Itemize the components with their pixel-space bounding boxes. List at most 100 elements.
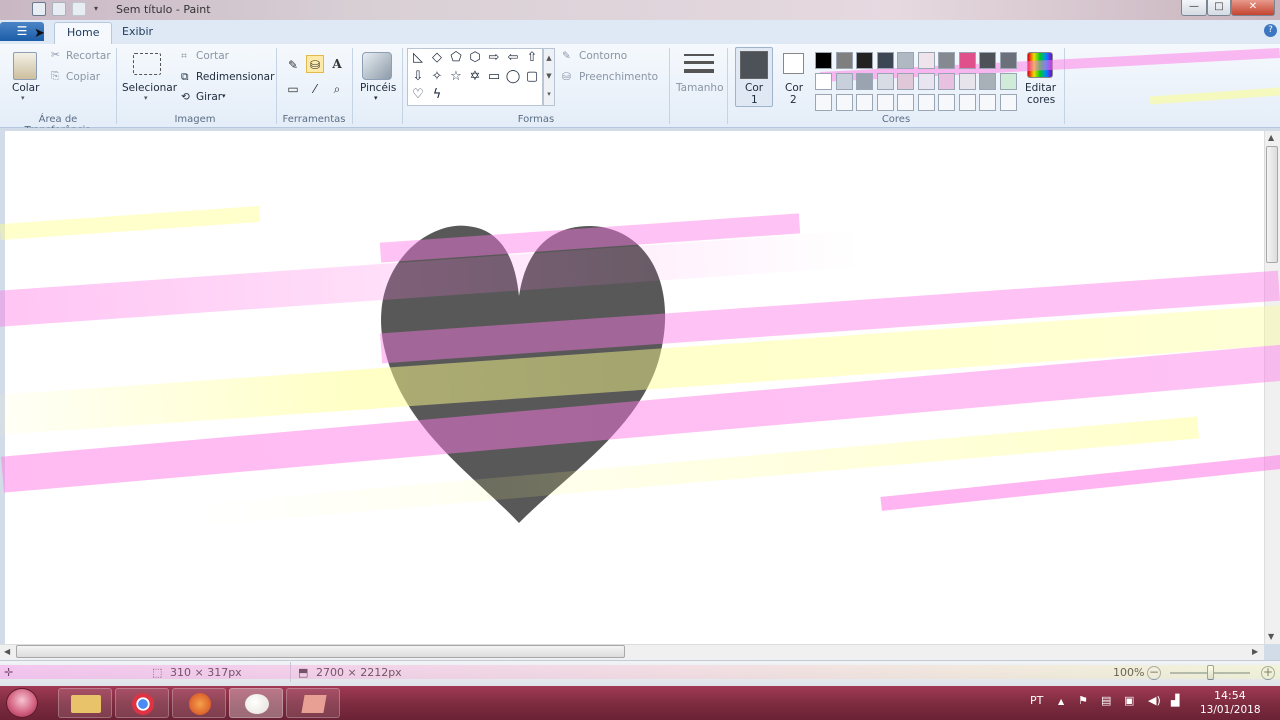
palette-swatch[interactable] — [815, 94, 832, 111]
shape-up-arrow-icon[interactable]: ⇧ — [523, 49, 541, 67]
close-button[interactable]: ✕ — [1231, 0, 1275, 16]
shape-heart-icon[interactable]: ♡ — [409, 86, 427, 104]
shape-oval-callout-icon[interactable]: ◯ — [504, 68, 522, 86]
palette-swatch[interactable] — [856, 94, 873, 111]
volume-icon[interactable]: ◀) — [1148, 694, 1161, 707]
taskbar-chrome-button[interactable] — [115, 688, 169, 718]
customize-qat-chevron-icon[interactable]: ▾ — [94, 4, 98, 13]
brushes-button[interactable]: Pincéis — [360, 82, 396, 94]
edit-colors-button-line2[interactable]: cores — [1027, 94, 1055, 106]
palette-swatch[interactable] — [876, 94, 894, 111]
taskbar-paint-button[interactable] — [229, 688, 283, 718]
shape-rect-callout-icon[interactable]: ▭ — [485, 68, 503, 86]
palette-swatch[interactable] — [979, 52, 996, 69]
palette-swatch[interactable] — [917, 52, 935, 69]
crop-button[interactable]: Cortar — [196, 50, 229, 62]
palette-swatch[interactable] — [938, 73, 955, 90]
palette-swatch[interactable] — [856, 73, 873, 90]
rotate-button[interactable]: Girar — [196, 91, 222, 103]
paste-button[interactable]: Colar — [12, 82, 39, 94]
palette-swatch[interactable] — [999, 73, 1017, 90]
taskbar-app-button[interactable] — [286, 688, 340, 718]
zoom-in-button[interactable]: + — [1261, 666, 1275, 680]
shape-right-arrow-icon[interactable]: ⇨ — [485, 49, 503, 67]
palette-swatch[interactable] — [815, 73, 832, 90]
palette-swatch[interactable] — [938, 94, 955, 111]
clock-time[interactable]: 14:54 — [1214, 689, 1246, 702]
cut-button[interactable]: Recortar — [66, 50, 111, 62]
palette-swatch[interactable] — [815, 52, 832, 69]
color-picker-icon[interactable]: ⁄ — [306, 80, 324, 98]
tab-view[interactable]: Exibir — [110, 22, 165, 44]
rotate-dropdown-icon[interactable]: ▾ — [222, 92, 226, 100]
palette-swatch[interactable] — [876, 73, 894, 90]
language-indicator[interactable]: PT — [1030, 694, 1043, 707]
palette-swatch[interactable] — [835, 73, 853, 90]
shape-pentagon-icon[interactable]: ⬠ — [447, 49, 465, 67]
palette-swatch[interactable] — [958, 94, 976, 111]
minimize-button[interactable]: — — [1181, 0, 1207, 16]
scroll-left-arrow-icon[interactable]: ◀ — [4, 647, 10, 656]
pencil-icon[interactable]: ✎ — [284, 56, 302, 74]
palette-swatch[interactable] — [958, 52, 976, 69]
shape-left-arrow-icon[interactable]: ⇦ — [504, 49, 522, 67]
fill-bucket-icon[interactable]: ⛁ — [306, 55, 324, 73]
magnifier-icon[interactable]: ⌕ — [328, 80, 346, 98]
select-dropdown-icon[interactable]: ▾ — [144, 94, 148, 102]
palette-swatch[interactable] — [917, 94, 935, 111]
palette-swatch[interactable] — [938, 52, 955, 69]
zoom-slider-thumb[interactable] — [1207, 665, 1214, 680]
save-icon[interactable] — [32, 2, 46, 16]
palette-swatch[interactable] — [999, 94, 1017, 111]
palette-swatch[interactable] — [897, 52, 914, 69]
redo-icon[interactable] — [72, 2, 86, 16]
palette-swatch[interactable] — [958, 73, 976, 90]
palette-swatch[interactable] — [835, 94, 853, 111]
undo-icon[interactable] — [52, 2, 66, 16]
edit-colors-button[interactable]: Editar — [1025, 82, 1056, 94]
tab-home[interactable]: Home — [54, 22, 113, 44]
palette-swatch[interactable] — [835, 52, 853, 69]
palette-swatch[interactable] — [979, 73, 996, 90]
shapes-scroll[interactable]: ▲ ▼ ▾ — [543, 48, 555, 106]
shape-four-point-star-icon[interactable]: ✧ — [428, 68, 446, 86]
palette-swatch[interactable] — [876, 52, 894, 69]
palette-swatch[interactable] — [897, 73, 914, 90]
shape-six-point-star-icon[interactable]: ✡ — [466, 68, 484, 86]
zoom-out-button[interactable]: − — [1147, 666, 1161, 680]
shape-hexagon-icon[interactable]: ⬡ — [466, 49, 484, 67]
horizontal-scroll-thumb[interactable] — [16, 645, 625, 658]
fill-button[interactable]: Preenchimento — [579, 71, 658, 83]
action-center-icon[interactable]: ⚑ — [1078, 694, 1088, 707]
show-hidden-icons[interactable]: ▲ — [1058, 697, 1064, 706]
taskbar-media-button[interactable] — [172, 688, 226, 718]
help-icon[interactable]: ? — [1264, 24, 1277, 37]
select-button[interactable]: Selecionar — [122, 82, 177, 94]
vertical-scroll-thumb[interactable] — [1266, 146, 1278, 263]
palette-swatch[interactable] — [999, 52, 1017, 69]
palette-swatch[interactable] — [897, 94, 914, 111]
paste-dropdown-icon[interactable]: ▾ — [21, 94, 25, 102]
outline-button[interactable]: Contorno — [579, 50, 627, 62]
network-icon[interactable]: ▤ — [1101, 694, 1111, 707]
palette-swatch[interactable] — [856, 52, 873, 69]
shape-diamond-icon[interactable]: ◇ — [428, 49, 446, 67]
eraser-icon[interactable]: ▭ — [284, 80, 302, 98]
signal-icon[interactable]: ▟ — [1171, 694, 1179, 707]
shape-down-arrow-icon[interactable]: ⇩ — [409, 68, 427, 86]
shape-right-triangle-icon[interactable]: ◺ — [409, 49, 427, 67]
copy-button[interactable]: Copiar — [66, 71, 100, 83]
text-tool-icon[interactable]: A — [328, 55, 346, 73]
size-button[interactable]: Tamanho — [676, 82, 724, 94]
shape-five-point-star-icon[interactable]: ☆ — [447, 68, 465, 86]
resize-button[interactable]: Redimensionar — [196, 71, 274, 83]
palette-swatch[interactable] — [979, 94, 996, 111]
brushes-dropdown-icon[interactable]: ▾ — [374, 94, 378, 102]
scroll-up-arrow-icon[interactable]: ▲ — [1268, 133, 1274, 142]
drawing-canvas[interactable] — [5, 131, 1264, 644]
shape-lightning-icon[interactable]: ϟ — [428, 86, 446, 104]
color2-swatch[interactable] — [783, 53, 804, 74]
shape-cloud-callout-icon[interactable]: ▢ — [523, 68, 541, 86]
maximize-button[interactable]: □ — [1207, 0, 1231, 16]
scroll-right-arrow-icon[interactable]: ▶ — [1252, 647, 1258, 656]
